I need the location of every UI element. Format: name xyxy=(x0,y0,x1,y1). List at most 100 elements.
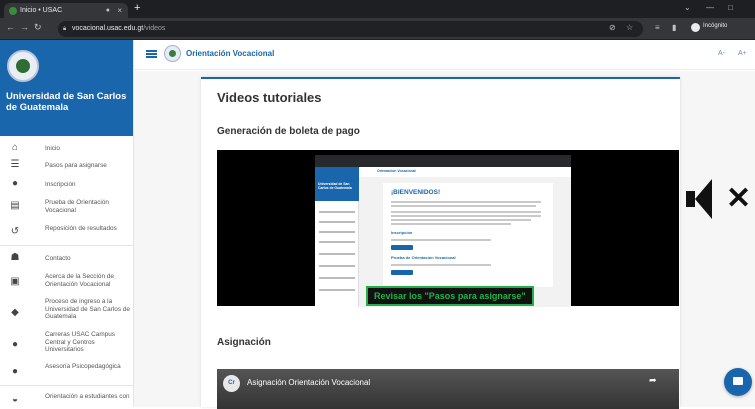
page-title: Videos tutoriales xyxy=(217,90,322,105)
incognito-label[interactable]: Incógnito xyxy=(703,23,727,29)
url-input[interactable]: 🔒︎ vocacional.usac.edu.gt/videos xyxy=(58,21,643,37)
video-sidebar: Universidad de San Carlos de Guatemala xyxy=(315,167,359,307)
sidebar-item-carreras[interactable]: ● Carreras USAC Campus Central y Centros… xyxy=(0,330,133,360)
channel-logo[interactable]: Cr xyxy=(223,375,240,392)
sidebar-item-label: Pasos para asignarse xyxy=(45,162,107,169)
sidebar-item-asesoria[interactable]: ● Asesoría Psicopedagógica xyxy=(0,361,133,383)
video-player-boleta[interactable]: Universidad de San Carlos de Guatemala O… xyxy=(217,150,679,307)
main-content: Videos tutoriales Generación de boleta d… xyxy=(134,71,755,409)
sidebar-item-label: Prueba de Orientación Vocacional xyxy=(45,199,109,214)
video-title[interactable]: Asignación Orientación Vocacional xyxy=(247,378,370,387)
video-text-line xyxy=(391,223,511,225)
sidebar-item-label: Reposición de resultados xyxy=(45,225,117,232)
video-text-line xyxy=(391,239,491,241)
video-text-line xyxy=(391,211,541,213)
video-text-line xyxy=(391,201,541,203)
mute-x-icon: ✕ xyxy=(726,182,752,215)
reload-icon[interactable]: ↻ xyxy=(34,22,42,33)
minimize-button[interactable]: — xyxy=(706,3,714,12)
video-button xyxy=(391,245,413,250)
video-player-asignacion[interactable]: Cr Asignación Orientación Vocacional ➦ xyxy=(217,369,679,409)
video-sidebar-row xyxy=(319,221,355,223)
side-panel-icon[interactable]: ▮ xyxy=(672,23,676,32)
home-icon: ⌂ xyxy=(11,142,19,153)
section-title-boleta: Generación de boleta de pago xyxy=(217,126,360,137)
eye-off-icon[interactable]: ⊘ xyxy=(609,23,616,32)
sidebar-item-label: Proceso de ingreso a la Universidad de S… xyxy=(45,298,130,320)
video-topbar: Orientación Vocacional xyxy=(359,167,571,177)
contact-icon: ☗ xyxy=(10,252,20,263)
incognito-icon xyxy=(691,23,700,32)
url-host: vocacional.usac.edu.gt xyxy=(72,25,144,32)
chat-fab-button[interactable] xyxy=(724,368,752,396)
sidebar-item-label: Carreras USAC Campus Central y Centros U… xyxy=(45,331,115,353)
top-app-bar: Orientación Vocacional A- A+ xyxy=(134,40,755,70)
media-icon[interactable]: ≡ xyxy=(655,23,660,32)
advice-icon: ● xyxy=(11,366,19,377)
videos-card: Videos tutoriales Generación de boleta d… xyxy=(201,77,680,409)
font-increase-button[interactable]: A+ xyxy=(738,50,747,57)
tab-audio-icon: ● xyxy=(105,7,110,14)
new-tab-button[interactable]: + xyxy=(134,2,140,14)
sidebar-item-inicio[interactable]: ⌂ Inicio xyxy=(0,136,133,158)
menu-icon[interactable] xyxy=(146,50,157,58)
clipboard-icon: ▤ xyxy=(10,200,20,211)
sidebar-item-contacto[interactable]: ☗ Contacto xyxy=(0,250,133,272)
sidebar-item-reposicion[interactable]: ↺ Reposición de resultados xyxy=(0,220,133,246)
video-sidebar-row xyxy=(319,289,355,291)
url-path: /videos xyxy=(143,25,166,32)
video-welcome-card: ¡BIENVENIDOS! Inscripción Prueba de Orie… xyxy=(383,183,553,287)
video-caption: Revisar los "Pasos para asignarse" xyxy=(366,286,534,306)
back-arrow-icon[interactable]: ← xyxy=(6,22,15,32)
university-name: Universidad de San Carlos de Guatemala xyxy=(6,91,127,113)
sidebar-item-label: Asesoría Psicopedagógica xyxy=(45,363,121,370)
video-university-name: Universidad de San Carlos de Guatemala xyxy=(318,182,352,190)
sidebar-item-label: Inicio xyxy=(45,145,60,152)
history-icon: ↺ xyxy=(10,226,20,237)
address-bar-row: ← → ↻ 🔒︎ vocacional.usac.edu.gt/videos ⊘… xyxy=(0,18,755,40)
video-frame: Universidad de San Carlos de Guatemala O… xyxy=(315,155,571,307)
maximize-button[interactable]: □ xyxy=(728,3,733,12)
sidebar-item-label: Contacto xyxy=(45,255,71,262)
sidebar-item-prueba[interactable]: ▤ Prueba de Orientación Vocacional xyxy=(0,194,133,220)
video-text-line xyxy=(391,205,536,207)
tab-close-icon[interactable]: × xyxy=(117,3,122,18)
tab-search-icon[interactable]: ⌄ xyxy=(684,3,691,12)
sidebar-item-label: Orientación a estudiantes con xyxy=(45,393,130,400)
video-text-line xyxy=(391,264,491,266)
sidebar-divider xyxy=(0,245,133,246)
sidebar-item-label: Inscripción xyxy=(45,181,76,188)
video-button xyxy=(391,270,413,275)
font-decrease-button[interactable]: A- xyxy=(718,50,725,57)
list-icon: ☰ xyxy=(10,159,20,170)
sidebar-item-orientacion[interactable]: ◒ Orientación a estudiantes con xyxy=(0,389,133,407)
site-title[interactable]: Orientación Vocacional xyxy=(186,49,274,58)
speaker-body xyxy=(686,191,695,207)
bookmark-star-icon[interactable]: ☆ xyxy=(626,23,633,32)
info-icon: ● xyxy=(11,178,19,189)
sidebar-item-acerca[interactable]: ▣ Acerca de la Sección de Orientación Vo… xyxy=(0,270,133,296)
share-icon[interactable]: ➦ xyxy=(649,375,657,386)
sidebar-item-proceso[interactable]: ◆ Proceso de ingreso a la Universidad de… xyxy=(0,296,133,330)
sidebar: Universidad de San Carlos de Guatemala ⌂… xyxy=(0,40,134,407)
speaker-muted-icon xyxy=(686,179,716,219)
browser-tab-bar: Inicio • USAC ● × + ⌄ — □ xyxy=(0,0,755,18)
site-logo[interactable] xyxy=(164,45,181,62)
video-sidebar-row xyxy=(319,253,355,255)
sidebar-item-label: Acerca de la Sección de Orientación Voca… xyxy=(45,273,114,288)
chat-icon: ▣ xyxy=(10,276,20,287)
video-heading: ¡BIENVENIDOS! xyxy=(391,189,441,196)
browser-tab[interactable]: Inicio • USAC ● × xyxy=(4,3,128,18)
orientation-icon: ◒ xyxy=(11,394,19,405)
video-subheading: Prueba de Orientación Vocacional xyxy=(391,255,456,260)
video-sidebar-row xyxy=(319,277,355,279)
sidebar-header: Universidad de San Carlos de Guatemala xyxy=(0,40,133,136)
video-sidebar-header: Universidad de San Carlos de Guatemala xyxy=(315,167,359,201)
video-app-title: Orientación Vocacional xyxy=(377,169,416,173)
forward-arrow-icon[interactable]: → xyxy=(20,22,29,32)
speaker-cone xyxy=(695,179,712,219)
lock-icon: 🔒︎ xyxy=(63,26,67,32)
video-sidebar-row xyxy=(319,265,355,267)
tab-title: Inicio • USAC xyxy=(20,7,63,14)
video-browser-chrome xyxy=(315,155,571,167)
